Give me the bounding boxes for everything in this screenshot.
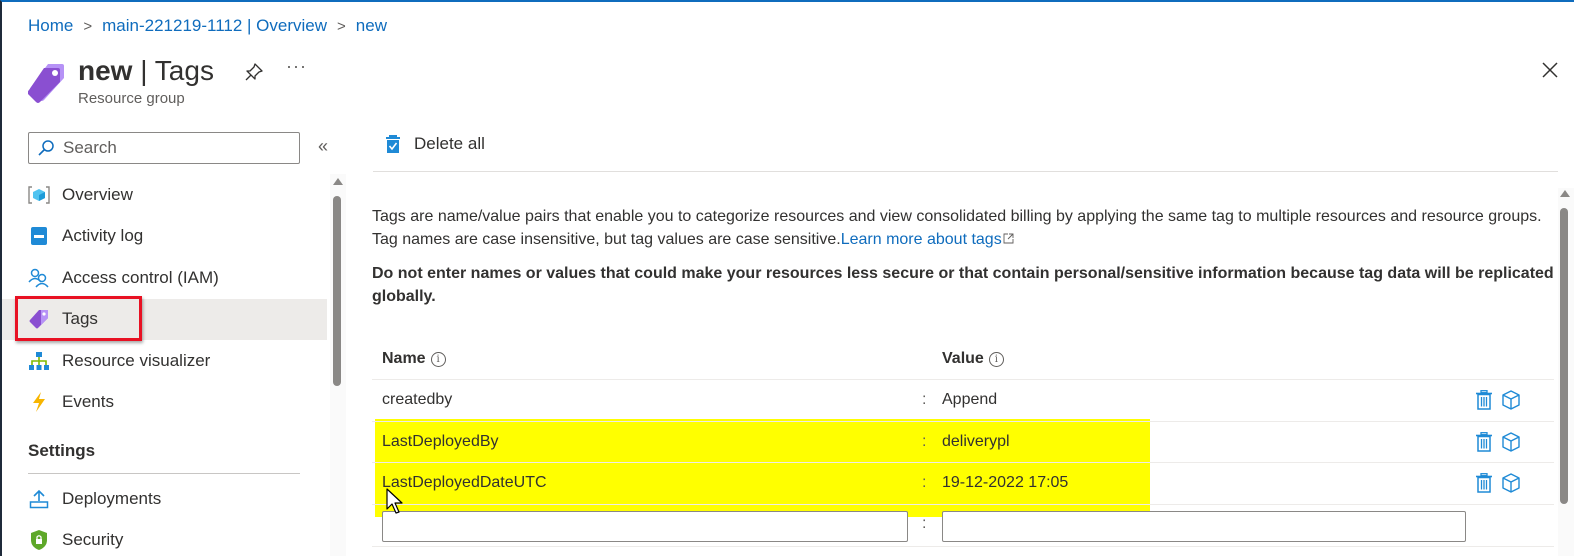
delete-all-button[interactable]: Delete all bbox=[386, 134, 485, 154]
breadcrumb-home[interactable]: Home bbox=[28, 16, 73, 36]
breadcrumb-current[interactable]: new bbox=[356, 16, 387, 36]
table-row: LastDeployedBy : deliverypl bbox=[372, 422, 1554, 463]
sidebar-item-label: Tags bbox=[62, 309, 98, 329]
sidebar-item-events[interactable]: Events bbox=[2, 382, 327, 424]
breadcrumb: Home > main-221219-1112 | Overview > new bbox=[28, 16, 387, 36]
new-tag-name-input[interactable] bbox=[382, 510, 908, 542]
tag-name[interactable]: LastDeployedDateUTC bbox=[382, 474, 547, 492]
delete-all-label: Delete all bbox=[414, 134, 485, 153]
mouse-cursor-icon bbox=[386, 488, 403, 514]
sidebar-item-deployments[interactable]: Deployments bbox=[2, 478, 327, 520]
blade-header: new | Tags Resource group ··· bbox=[28, 54, 307, 107]
overview-cube-icon bbox=[28, 184, 50, 206]
tag-icon bbox=[28, 308, 50, 330]
info-icon[interactable]: i bbox=[988, 351, 1004, 367]
tag-value[interactable]: deliverypl bbox=[942, 433, 1010, 451]
tag-value[interactable]: 19-12-2022 17:05 bbox=[942, 474, 1068, 492]
tag-icon bbox=[28, 64, 64, 103]
people-icon bbox=[28, 267, 50, 289]
warning-text: Do not enter names or values that could … bbox=[372, 265, 1554, 305]
description-text: Tags are name/value pairs that enable yo… bbox=[372, 208, 1542, 248]
value-column-header: Value i bbox=[942, 350, 1004, 368]
tag-name[interactable]: LastDeployedBy bbox=[382, 433, 499, 451]
sidebar-item-label: Events bbox=[62, 392, 114, 412]
command-bar: Delete all bbox=[386, 134, 485, 154]
breadcrumb-separator: > bbox=[83, 17, 93, 35]
name-value-separator: : bbox=[922, 514, 927, 532]
sidebar-item-overview[interactable]: Overview bbox=[2, 174, 327, 216]
grid-header: Name i Value i bbox=[372, 338, 1554, 380]
new-tag-row: : bbox=[372, 505, 1554, 547]
tags-grid: Name i Value i createdby : Append LastDepl… bbox=[372, 338, 1554, 547]
scrollbar-thumb[interactable] bbox=[1560, 208, 1568, 504]
search-input[interactable]: Search bbox=[28, 132, 300, 164]
scroll-up-arrow-icon[interactable] bbox=[1560, 190, 1570, 197]
search-icon bbox=[38, 140, 54, 156]
tag-value[interactable]: Append bbox=[942, 391, 997, 409]
sidebar-item-label: Access control (IAM) bbox=[62, 267, 219, 287]
upload-icon bbox=[28, 488, 50, 510]
close-icon[interactable] bbox=[1540, 60, 1560, 80]
delete-icon[interactable] bbox=[1476, 390, 1492, 410]
pin-icon[interactable] bbox=[244, 62, 264, 82]
page-title: new | Tags bbox=[78, 55, 214, 86]
external-link-icon[interactable] bbox=[1003, 233, 1014, 244]
info-icon[interactable]: i bbox=[430, 351, 446, 367]
sidebar-scrollbar[interactable] bbox=[330, 174, 346, 556]
learn-more-link[interactable]: Learn more about tags bbox=[841, 231, 1002, 248]
name-value-separator: : bbox=[922, 391, 927, 409]
table-row: createdby : Append bbox=[372, 380, 1554, 422]
name-value-separator: : bbox=[922, 432, 927, 450]
sidebar-item-tags[interactable]: Tags bbox=[2, 298, 327, 340]
search-placeholder: Search bbox=[63, 138, 117, 157]
cube-icon[interactable] bbox=[1502, 473, 1520, 493]
delete-all-icon bbox=[386, 135, 400, 153]
cube-icon[interactable] bbox=[1502, 390, 1520, 410]
more-options-button[interactable]: ··· bbox=[286, 56, 307, 77]
breadcrumb-separator: > bbox=[337, 17, 346, 35]
toolbar-divider bbox=[373, 171, 1558, 172]
name-value-separator: : bbox=[922, 474, 927, 492]
sidebar-item-access-control[interactable]: Access control (IAM) bbox=[2, 257, 327, 299]
new-tag-value-input[interactable] bbox=[942, 510, 1466, 542]
sidebar-nav: Overview Activity log Access control (IA… bbox=[2, 174, 327, 556]
sidebar-item-label: Deployments bbox=[62, 488, 162, 508]
sidebar-item-label: Resource visualizer bbox=[62, 350, 211, 370]
section-header-settings: Settings bbox=[28, 441, 96, 460]
hierarchy-icon bbox=[28, 350, 50, 372]
tags-description: Tags are name/value pairs that enable yo… bbox=[372, 206, 1554, 308]
collapse-sidebar-button[interactable]: « bbox=[318, 136, 328, 157]
shield-lock-icon bbox=[28, 529, 50, 551]
scrollbar-thumb[interactable] bbox=[333, 196, 341, 386]
breadcrumb-parent[interactable]: main-221219-1112 | Overview bbox=[102, 16, 327, 36]
activity-log-icon bbox=[28, 225, 50, 247]
sidebar-item-resource-visualizer[interactable]: Resource visualizer bbox=[2, 340, 327, 382]
sidebar: Search « Overview Activity log Access co… bbox=[2, 130, 328, 556]
delete-icon[interactable] bbox=[1476, 473, 1492, 493]
tag-name[interactable]: createdby bbox=[382, 391, 452, 409]
sidebar-item-label: Security bbox=[62, 530, 124, 550]
scroll-up-arrow-icon[interactable] bbox=[333, 178, 343, 185]
lightning-icon bbox=[28, 391, 50, 413]
content-scrollbar[interactable] bbox=[1558, 188, 1574, 556]
page-subtitle: Resource group bbox=[78, 90, 185, 107]
section-divider bbox=[28, 473, 300, 474]
table-row: LastDeployedDateUTC : 19-12-2022 17:05 bbox=[372, 463, 1554, 505]
sidebar-item-security[interactable]: Security bbox=[2, 520, 327, 556]
name-column-header: Name i bbox=[382, 350, 446, 368]
delete-icon[interactable] bbox=[1476, 431, 1492, 452]
cube-icon[interactable] bbox=[1502, 431, 1520, 452]
sidebar-item-label: Overview bbox=[62, 184, 133, 204]
sidebar-item-label: Activity log bbox=[62, 226, 144, 246]
sidebar-item-activity-log[interactable]: Activity log bbox=[2, 216, 327, 258]
